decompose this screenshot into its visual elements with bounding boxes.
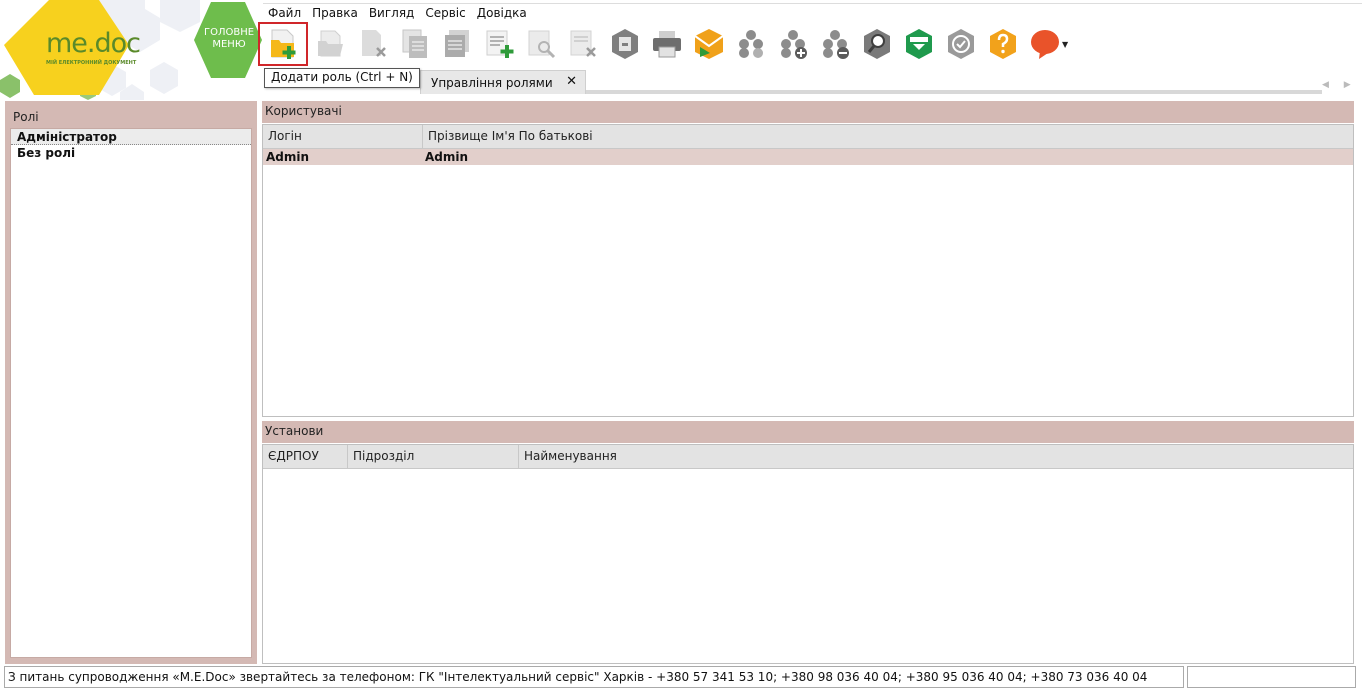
menu-help[interactable]: Довідка [472, 4, 533, 23]
archive-icon [612, 29, 638, 59]
role-item-no-role[interactable]: Без ролі [11, 145, 251, 161]
column-header-division[interactable]: Підрозділ [348, 445, 519, 468]
menu-file[interactable]: Файл [263, 4, 307, 23]
group-remove-button[interactable] [814, 23, 856, 65]
print-button[interactable] [646, 23, 688, 65]
roles-panel: Ролі Адміністратор Без ролі [5, 101, 257, 664]
institutions-panel-title: Установи [262, 421, 1354, 443]
status-bar: З питань супроводження «M.E.Doc» звертай… [4, 666, 1356, 688]
delete-document-icon [362, 30, 386, 57]
role-item-administrator[interactable]: Адміністратор [11, 129, 251, 145]
add-role-button[interactable] [258, 22, 308, 66]
filter-button[interactable] [898, 23, 940, 65]
verify-button[interactable] [940, 23, 982, 65]
tab-scroll-arrows[interactable]: ◀ ▶ [1322, 80, 1360, 90]
menubar: Файл Правка Вигляд Сервіс Довідка [263, 3, 1362, 23]
chat-icon [1031, 30, 1059, 59]
remove-button[interactable] [562, 23, 604, 65]
institutions-grid: ЄДРПОУ Підрозділ Найменування [262, 444, 1354, 664]
group-remove-icon [823, 30, 849, 59]
cell-login: Admin [266, 150, 310, 164]
filter-icon [906, 29, 932, 59]
table-row[interactable]: Admin Admin [263, 149, 1353, 165]
group-add-icon [781, 30, 807, 59]
open-button[interactable] [310, 23, 352, 65]
group-add-button[interactable] [772, 23, 814, 65]
send-button[interactable] [688, 23, 730, 65]
menu-service[interactable]: Сервіс [420, 4, 471, 23]
search-icon [864, 29, 890, 59]
menu-view[interactable]: Вигляд [364, 4, 421, 23]
remove-document-icon [570, 30, 596, 57]
copy-document-icon [402, 29, 427, 58]
roles-list: Адміністратор Без ролі [10, 128, 252, 658]
send-mail-icon [694, 29, 724, 59]
status-bar-secondary [1187, 666, 1356, 688]
view-button[interactable] [520, 23, 562, 65]
view-document-icon [528, 30, 556, 59]
column-header-edrpou[interactable]: ЄДРПОУ [263, 445, 348, 468]
menu-edit[interactable]: Правка [307, 4, 364, 23]
printer-icon [653, 31, 681, 58]
group-settings-icon [739, 30, 763, 58]
list-button[interactable] [436, 23, 478, 65]
toolbar: ▼ [258, 22, 1070, 66]
institutions-grid-header: ЄДРПОУ Підрозділ Найменування [263, 445, 1353, 469]
logo-subtitle: МІЙ ЕЛЕКТРОННИЙ ДОКУМЕНТ [46, 60, 137, 66]
add-role-icon [271, 29, 296, 59]
users-grid: Логін Прізвище Ім'я По батькові Admin Ad… [262, 124, 1354, 417]
archive-button[interactable] [604, 23, 646, 65]
tab-bar: Управління ролями ✕ [420, 70, 1350, 94]
help-icon [990, 29, 1016, 59]
main-menu-label: ГОЛОВНЕ МЕНЮ [203, 27, 255, 50]
verify-icon [948, 29, 974, 59]
open-folder-icon [318, 30, 343, 57]
column-header-login[interactable]: Логін [263, 125, 423, 148]
add-role-tooltip: Додати роль (Ctrl + N) [264, 68, 420, 88]
tab-role-management[interactable]: Управління ролями ✕ [420, 70, 586, 94]
delete-button[interactable] [352, 23, 394, 65]
close-icon[interactable]: ✕ [566, 75, 577, 94]
help-button[interactable] [982, 23, 1024, 65]
users-grid-header: Логін Прізвище Ім'я По батькові [263, 125, 1353, 149]
medoc-logo: me.doc [46, 28, 141, 59]
search-button[interactable] [856, 23, 898, 65]
chat-button[interactable] [1024, 23, 1066, 65]
tab-label: Управління ролями [431, 76, 553, 90]
roles-panel-title: Ролі [13, 110, 39, 124]
users-panel-title: Користувачі [262, 101, 1354, 123]
column-header-name[interactable]: Найменування [519, 445, 1353, 468]
column-header-full-name[interactable]: Прізвище Ім'я По батькові [423, 125, 1353, 148]
add-list-item-icon [486, 30, 514, 58]
add-item-button[interactable] [478, 23, 520, 65]
group-settings-button[interactable] [730, 23, 772, 65]
document-list-icon [445, 30, 469, 57]
copy-button[interactable] [394, 23, 436, 65]
cell-full-name: Admin [425, 150, 469, 164]
chat-dropdown-arrow-icon[interactable]: ▼ [1062, 40, 1070, 49]
support-contact-text: З питань супроводження «M.E.Doc» звертай… [4, 666, 1184, 688]
